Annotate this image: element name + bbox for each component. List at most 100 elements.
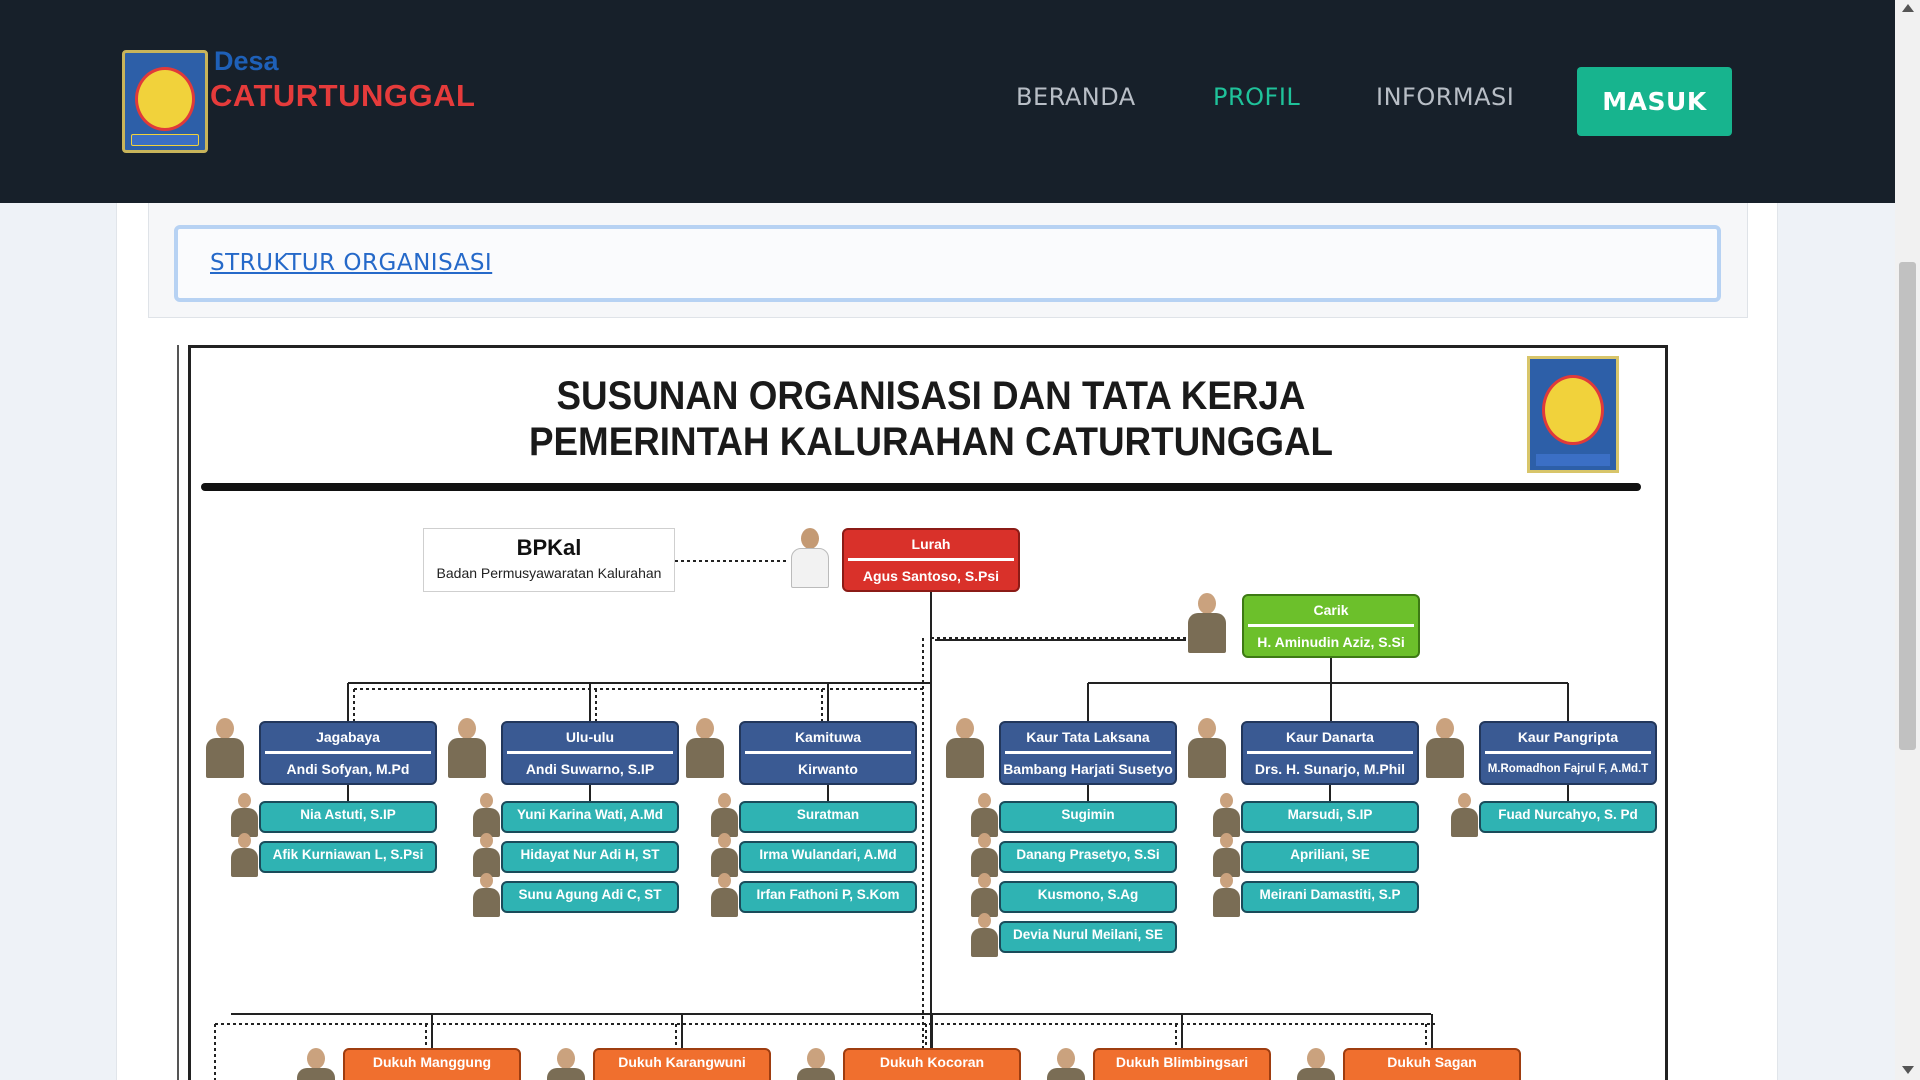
staff-name: Yuni Karina Wati, A.Md bbox=[516, 807, 663, 822]
brand-name[interactable]: CATURTUNGGAL bbox=[210, 78, 475, 114]
unit-head-name: Bambang Harjati Susetyo bbox=[1003, 761, 1173, 777]
emblem-band bbox=[131, 134, 199, 146]
box-separator bbox=[1247, 751, 1413, 754]
staff-photo bbox=[709, 793, 739, 837]
brand-prefix[interactable]: Desa bbox=[214, 46, 279, 77]
carik-box: Carik H. Aminudin Aziz, S.Si bbox=[1242, 594, 1420, 658]
nav-profil[interactable]: PROFIL bbox=[1213, 83, 1300, 111]
dukuh-box: Dukuh Manggung bbox=[343, 1048, 521, 1080]
staff-photo bbox=[1211, 873, 1241, 917]
staff-box: Irfan Fathoni P, S.Kom bbox=[739, 881, 917, 913]
dukuh-box: Dukuh Karangwuni bbox=[593, 1048, 771, 1080]
staff-photo bbox=[229, 793, 259, 837]
dukuh-photo bbox=[795, 1048, 837, 1080]
emblem-shield bbox=[135, 67, 195, 131]
site-header: Desa CATURTUNGGAL BERANDA PROFIL INFORMA… bbox=[0, 0, 1895, 203]
lurah-role: Lurah bbox=[911, 536, 951, 552]
staff-name: Sugimin bbox=[1061, 807, 1115, 822]
sleman-emblem-icon[interactable] bbox=[122, 50, 208, 153]
unit-role: Kaur Tata Laksana bbox=[1026, 729, 1150, 745]
staff-box: Fuad Nurcahyo, S. Pd bbox=[1479, 801, 1657, 833]
staff-name: Sunu Agung Adi C, ST bbox=[518, 887, 662, 902]
emblem-band bbox=[1536, 454, 1610, 466]
staff-name: Irma Wulandari, A.Md bbox=[759, 847, 897, 862]
staff-box: Devia Nurul Meilani, SE bbox=[999, 921, 1177, 953]
staff-box: Irma Wulandari, A.Md bbox=[739, 841, 917, 873]
box-separator bbox=[848, 558, 1014, 561]
staff-photo bbox=[1211, 793, 1241, 837]
staff-name: Fuad Nurcahyo, S. Pd bbox=[1498, 807, 1638, 822]
lurah-photo bbox=[789, 528, 831, 588]
unit-head-photo bbox=[1186, 718, 1228, 778]
staff-photo bbox=[709, 873, 739, 917]
unit-head-name: M.Romadhon Fajrul F, A.Md.T bbox=[1487, 763, 1649, 775]
dukuh-name: Dukuh Kocoran bbox=[879, 1054, 985, 1070]
unit-head-name: Andi Suwarno, S.IP bbox=[525, 761, 655, 777]
struktur-organisasi-link[interactable]: STRUKTUR ORGANISASI bbox=[210, 250, 492, 276]
staff-photo bbox=[969, 833, 999, 877]
staff-box: Sugimin bbox=[999, 801, 1177, 833]
unit-role: Jagabaya bbox=[316, 729, 380, 745]
staff-name: Danang Prasetyo, S.Si bbox=[1016, 847, 1160, 862]
dukuh-photo bbox=[1295, 1048, 1337, 1080]
bpkal-box: BPKal Badan Permusyawaratan Kalurahan bbox=[423, 528, 675, 592]
carik-role: Carik bbox=[1313, 602, 1349, 618]
dukuh-name: Dukuh Sagan bbox=[1387, 1054, 1477, 1070]
staff-photo bbox=[471, 833, 501, 877]
staff-box: Danang Prasetyo, S.Si bbox=[999, 841, 1177, 873]
scrollbar[interactable] bbox=[1895, 0, 1920, 1080]
staff-photo bbox=[471, 793, 501, 837]
bpkal-subtitle: Badan Permusyawaratan Kalurahan bbox=[436, 565, 662, 581]
staff-photo bbox=[969, 873, 999, 917]
unit-role: Kamituwa bbox=[794, 729, 862, 745]
dukuh-name: Dukuh Blimbingsari bbox=[1115, 1054, 1249, 1070]
staff-name: Meirani Damastiti, S.P bbox=[1259, 887, 1401, 902]
org-chart-title-line2: PEMERINTAH KALURAHAN CATURTUNGGAL bbox=[528, 420, 1334, 464]
staff-name: Hidayat Nur Adi H, ST bbox=[520, 847, 660, 862]
staff-photo bbox=[709, 833, 739, 877]
box-separator bbox=[1485, 751, 1651, 754]
dukuh-box: Dukuh Blimbingsari bbox=[1093, 1048, 1271, 1080]
staff-box: Sunu Agung Adi C, ST bbox=[501, 881, 679, 913]
bpkal-title: BPKal bbox=[516, 535, 582, 560]
unit-box: Kaur Tata Laksana Bambang Harjati Susetyo bbox=[999, 721, 1177, 785]
unit-head-name: Kirwanto bbox=[798, 761, 858, 777]
unit-head-photo bbox=[1424, 718, 1466, 778]
unit-box: Kamituwa Kirwanto bbox=[739, 721, 917, 785]
staff-photo bbox=[1449, 793, 1479, 837]
staff-box: Kusmono, S.Ag bbox=[999, 881, 1177, 913]
unit-role: Kaur Danarta bbox=[1286, 729, 1374, 745]
staff-box: Meirani Damastiti, S.P bbox=[1241, 881, 1419, 913]
staff-box: Marsudi, S.IP bbox=[1241, 801, 1419, 833]
login-button[interactable]: MASUK bbox=[1577, 67, 1732, 136]
box-separator bbox=[1248, 624, 1414, 627]
box-separator bbox=[1005, 751, 1171, 754]
staff-name: Afik Kurniawan L, S.Psi bbox=[272, 847, 424, 862]
unit-head-name: Drs. H. Sunarjo, M.Phil bbox=[1254, 761, 1406, 777]
staff-photo bbox=[969, 793, 999, 837]
staff-box: Afik Kurniawan L, S.Psi bbox=[259, 841, 437, 873]
nav-informasi[interactable]: INFORMASI bbox=[1376, 83, 1514, 111]
staff-name: Kusmono, S.Ag bbox=[1037, 887, 1139, 902]
scroll-thumb[interactable] bbox=[1899, 262, 1916, 750]
carik-photo bbox=[1186, 593, 1228, 653]
dukuh-photo bbox=[295, 1048, 337, 1080]
box-separator bbox=[745, 751, 911, 754]
org-chart-title-line1: SUSUNAN ORGANISASI DAN TATA KERJA bbox=[556, 374, 1306, 418]
staff-name: Devia Nurul Meilani, SE bbox=[1012, 927, 1164, 942]
chart-image-edge bbox=[177, 345, 179, 1080]
scroll-up-arrow-icon[interactable] bbox=[1902, 4, 1914, 12]
staff-box: Yuni Karina Wati, A.Md bbox=[501, 801, 679, 833]
page: Desa CATURTUNGGAL BERANDA PROFIL INFORMA… bbox=[0, 0, 1920, 1080]
box-separator bbox=[507, 751, 673, 754]
unit-role: Ulu-ulu bbox=[565, 729, 615, 745]
scroll-down-arrow-icon[interactable] bbox=[1902, 1066, 1914, 1074]
dukuh-photo bbox=[545, 1048, 587, 1080]
staff-box: Nia Astuti, S.IP bbox=[259, 801, 437, 833]
unit-head-photo bbox=[944, 718, 986, 778]
staff-name: Marsudi, S.IP bbox=[1287, 807, 1373, 822]
lurah-box: Lurah Agus Santoso, S.Psi bbox=[842, 528, 1020, 592]
dukuh-box: Dukuh Sagan bbox=[1343, 1048, 1521, 1080]
nav-beranda[interactable]: BERANDA bbox=[1016, 83, 1136, 111]
dukuh-name: Dukuh Karangwuni bbox=[618, 1054, 746, 1070]
